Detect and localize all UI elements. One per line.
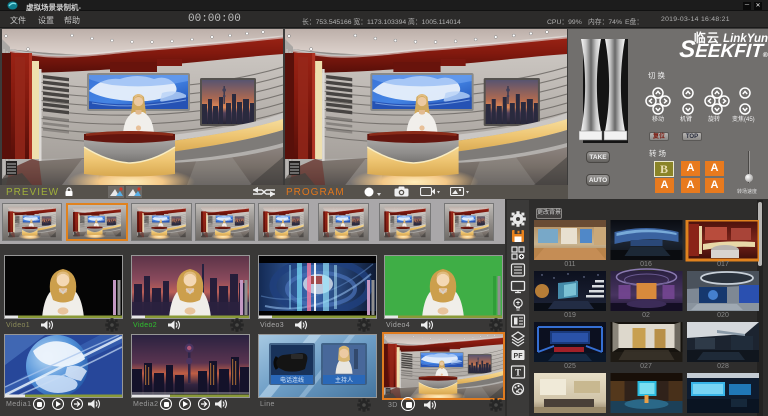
svg-text:T: T — [515, 368, 521, 378]
svg-text:电话连线: 电话连线 — [280, 376, 304, 384]
svg-text:主持人: 主持人 — [335, 376, 353, 384]
svg-text:PF: PF — [514, 353, 524, 360]
